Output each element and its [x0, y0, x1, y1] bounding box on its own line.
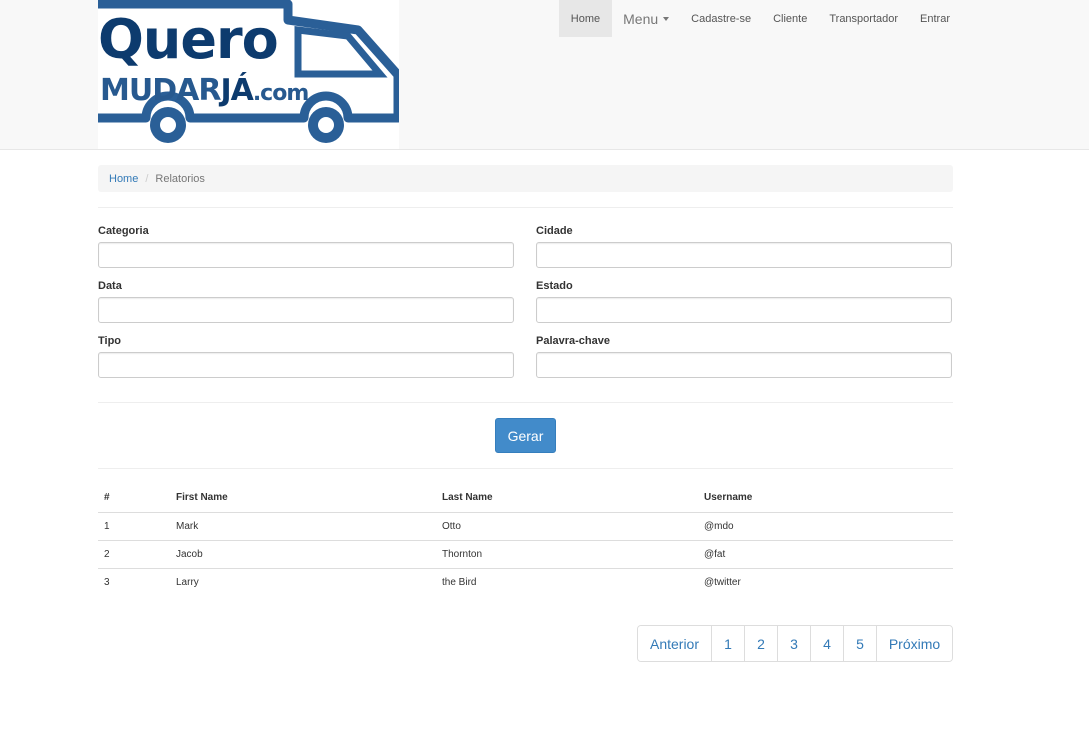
cell-last-name: Thornton — [436, 539, 698, 568]
gerar-button[interactable]: Gerar — [495, 418, 556, 453]
cidade-input[interactable] — [536, 242, 952, 268]
table-row: 1 Mark Otto @mdo — [98, 512, 953, 540]
logo-wordmark-quero: Quero — [98, 8, 279, 71]
palavra-chave-group: Palavra-chave — [536, 334, 952, 378]
nav-entrar[interactable]: Entrar — [909, 0, 961, 37]
pagination-page-1[interactable]: 1 — [711, 626, 744, 661]
breadcrumb-current: Relatorios — [155, 172, 205, 185]
cell-first-name: Mark — [176, 520, 199, 532]
categoria-group: Categoria — [98, 224, 514, 268]
nav-menu-label: Menu — [623, 10, 659, 27]
results-table: # First Name Last Name Username 1 Mark O… — [98, 483, 953, 596]
data-label: Data — [98, 280, 122, 292]
cell-first-name: Jacob — [170, 539, 436, 568]
tipo-group: Tipo — [98, 334, 514, 378]
cell-username: @fat — [698, 539, 953, 568]
main-nav: Home Menu Cadastre-se Cliente Transporta… — [558, 0, 961, 37]
breadcrumb-separator: / — [145, 172, 149, 185]
categoria-input[interactable] — [98, 242, 514, 268]
cell-number: 2 — [98, 539, 170, 568]
breadcrumb: Home / Relatorios — [98, 165, 953, 192]
pagination-page-3[interactable]: 3 — [777, 626, 810, 661]
tipo-label: Tipo — [98, 335, 122, 347]
nav-home[interactable]: Home — [558, 0, 613, 37]
navbar: Quero MUDARJÁ.com Home Menu Cadastre-se … — [0, 0, 1089, 150]
column-header-last-name: Last Name — [436, 483, 698, 513]
column-header-username: Username — [698, 483, 953, 513]
column-header-number: # — [98, 483, 170, 513]
palavra-chave-input[interactable] — [536, 352, 952, 378]
nav-cliente[interactable]: Cliente — [762, 0, 818, 37]
cidade-label: Cidade — [536, 225, 573, 237]
logo-wordmark-mudarja: MUDARJÁ.com — [100, 73, 309, 108]
pagination-previous[interactable]: Anterior — [638, 626, 711, 661]
breadcrumb-home-link[interactable]: Home — [109, 173, 138, 185]
logo[interactable]: Quero MUDARJÁ.com — [98, 0, 399, 149]
table-row: 2 Jacob Thornton @fat — [98, 539, 953, 568]
column-header-first-name: First Name — [170, 483, 436, 513]
cell-number: 3 — [98, 567, 170, 596]
nav-transportador[interactable]: Transportador — [818, 0, 909, 37]
pagination: Anterior 1 2 3 4 5 Próximo — [637, 625, 953, 662]
table-row: 3 Larry the Bird @twitter — [98, 567, 953, 596]
divider — [98, 207, 953, 208]
cell-username: @mdo — [704, 520, 734, 532]
table-header-row: # First Name Last Name Username — [98, 483, 953, 513]
cell-last-name: Otto — [442, 520, 461, 532]
data-input[interactable] — [98, 297, 514, 323]
data-group: Data — [98, 279, 514, 323]
palavra-chave-label: Palavra-chave — [536, 335, 610, 347]
categoria-label: Categoria — [98, 225, 149, 237]
pagination-page-4[interactable]: 4 — [810, 626, 843, 661]
estado-label: Estado — [536, 280, 573, 292]
cell-username: @twitter — [698, 567, 953, 596]
tipo-input[interactable] — [98, 352, 514, 378]
nav-cadastre[interactable]: Cadastre-se — [680, 0, 762, 37]
cell-number: 1 — [104, 520, 110, 532]
cell-last-name: the Bird — [436, 567, 698, 596]
divider — [98, 468, 953, 469]
estado-group: Estado — [536, 279, 952, 323]
divider — [98, 402, 953, 403]
pagination-page-5[interactable]: 5 — [843, 626, 876, 661]
cell-first-name: Larry — [170, 567, 436, 596]
pagination-next[interactable]: Próximo — [876, 626, 952, 661]
caret-down-icon — [663, 16, 670, 21]
estado-input[interactable] — [536, 297, 952, 323]
cidade-group: Cidade — [536, 224, 952, 268]
nav-menu-dropdown[interactable]: Menu — [612, 0, 680, 37]
pagination-page-2[interactable]: 2 — [744, 626, 777, 661]
